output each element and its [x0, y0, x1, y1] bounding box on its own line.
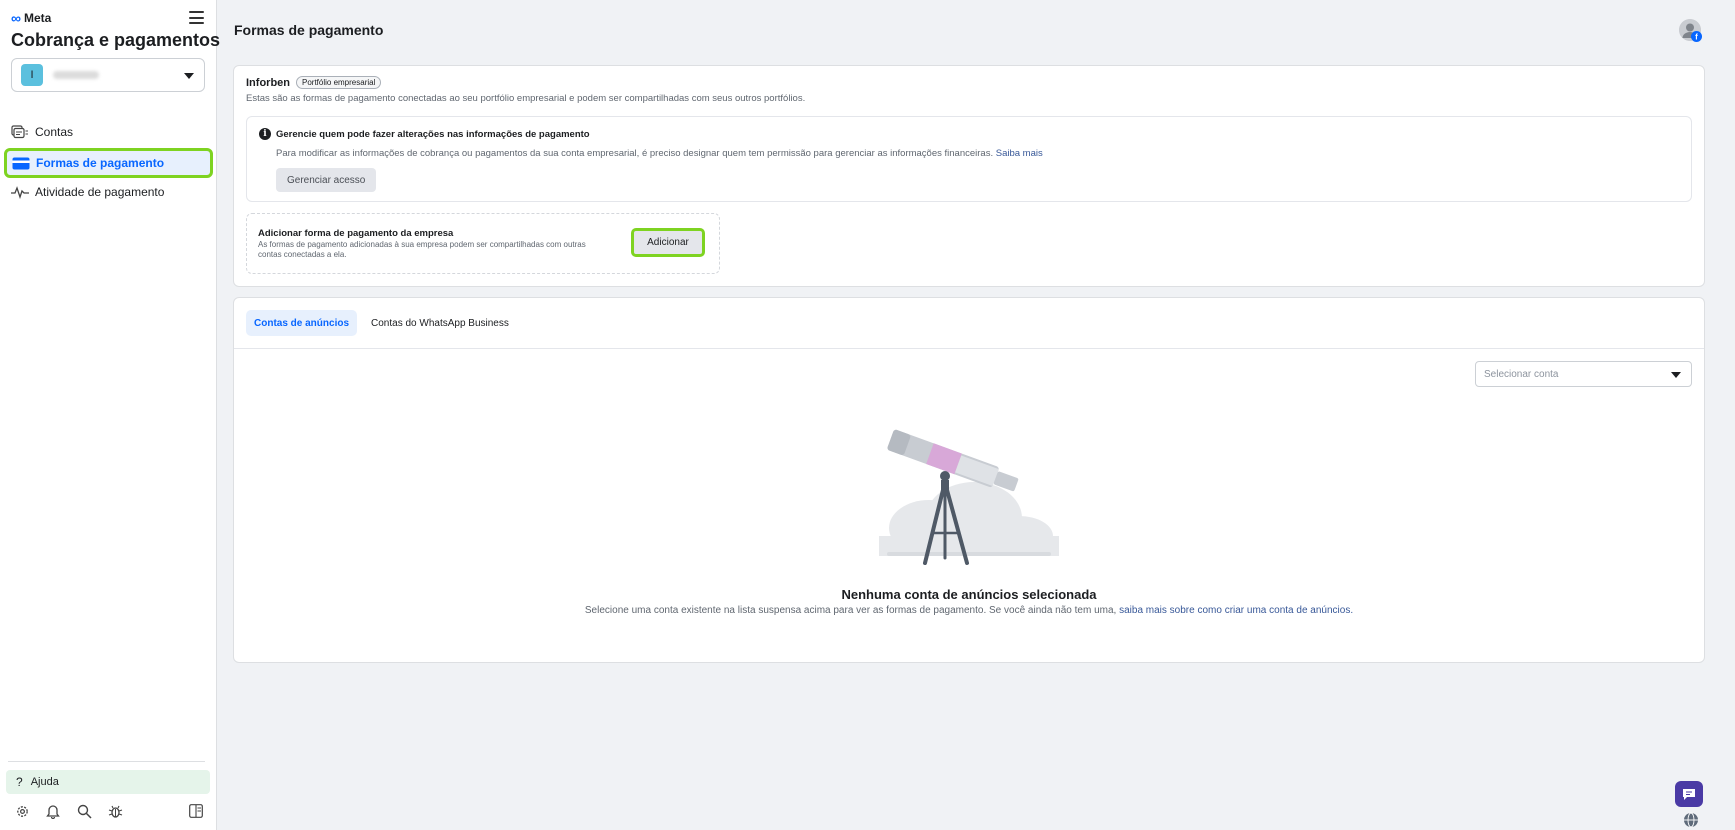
add-description: As formas de pagamento adicionadas à sua…: [258, 240, 586, 259]
empty-state-description: Selecione uma conta existente na lista s…: [234, 605, 1704, 616]
empty-state-text: Selecione uma conta existente na lista s…: [584, 605, 1117, 616]
sidebar-item-label: Atividade de pagamento: [35, 185, 165, 199]
select-account-dropdown[interactable]: Selecionar conta: [1475, 361, 1692, 387]
sidebar-divider: [8, 761, 205, 762]
sidebar-item-contas[interactable]: Contas: [4, 118, 213, 146]
page-scrollbar[interactable]: [1724, 0, 1735, 830]
bug-icon[interactable]: [106, 802, 124, 820]
payment-methods-card: Inforben Portfólio empresarial Estas são…: [233, 65, 1705, 287]
select-placeholder: Selecionar conta: [1484, 368, 1559, 380]
meta-infinity-icon: ∞: [11, 10, 21, 26]
info-description: Para modificar as informações de cobranç…: [276, 148, 1043, 159]
info-description-text: Para modificar as informações de cobranç…: [276, 148, 994, 159]
chat-icon: [1683, 788, 1695, 800]
bell-icon[interactable]: [44, 802, 62, 820]
menu-icon[interactable]: [189, 11, 204, 24]
account-tabs: Contas de anúncios Contas do WhatsApp Bu…: [246, 310, 517, 336]
tabs-divider: [234, 348, 1704, 349]
create-ad-account-link[interactable]: saiba mais sobre como criar uma conta de…: [1119, 605, 1353, 616]
page-title: Formas de pagamento: [234, 22, 384, 38]
permissions-info-box: i Gerencie quem pode fazer alterações na…: [246, 116, 1692, 202]
activity-icon: [11, 184, 29, 200]
business-name: Inforben: [246, 76, 290, 89]
help-label: Ajuda: [30, 776, 59, 788]
account-name-blurred: [53, 71, 99, 79]
chat-button[interactable]: [1675, 781, 1703, 807]
chevron-down-icon: [184, 73, 194, 79]
gear-icon[interactable]: [13, 802, 31, 820]
sidebar-item-atividade-de-pagamento[interactable]: Atividade de pagamento: [4, 178, 213, 206]
credit-card-icon: [12, 155, 30, 171]
business-tag: Portfólio empresarial: [296, 76, 382, 89]
sidebar-tools: [13, 801, 205, 821]
manage-access-button[interactable]: Gerenciar acesso: [276, 168, 377, 192]
add-button[interactable]: Adicionar: [631, 228, 705, 257]
panel-toggle-icon[interactable]: [187, 802, 205, 820]
svg-text:f: f: [1695, 33, 1698, 42]
help-button[interactable]: ? Ajuda: [6, 770, 210, 794]
tab-ad-accounts[interactable]: Contas de anúncios: [246, 310, 358, 336]
sidebar-item-label: Formas de pagamento: [36, 156, 165, 170]
sidebar: ∞ Meta Cobrança e pagamentos I Contas Fo…: [0, 0, 221, 830]
chevron-down-icon: [1671, 372, 1681, 378]
add-title: Adicionar forma de pagamento da empresa: [258, 228, 454, 239]
tab-whatsapp-accounts[interactable]: Contas do WhatsApp Business: [363, 310, 517, 336]
meta-logo[interactable]: ∞ Meta: [11, 11, 51, 25]
add-payment-method-box: Adicionar forma de pagamento da empresa …: [246, 213, 720, 274]
account-selector[interactable]: I: [11, 58, 205, 92]
info-title: Gerencie quem pode fazer alterações nas …: [276, 129, 590, 140]
accounts-card: Contas de anúncios Contas do WhatsApp Bu…: [233, 297, 1705, 663]
sidebar-title: Cobrança e pagamentos: [11, 30, 221, 50]
telescope-illustration: [879, 429, 1059, 565]
info-icon: i: [259, 128, 271, 140]
facebook-badge-icon: f: [1691, 31, 1702, 42]
business-header: Inforben Portfólio empresarial: [246, 76, 382, 89]
question-icon: ?: [16, 775, 23, 789]
sidebar-item-formas-de-pagamento[interactable]: Formas de pagamento: [4, 148, 213, 178]
globe-icon[interactable]: [1683, 812, 1699, 828]
sidebar-item-label: Contas: [35, 125, 74, 139]
empty-state-title: Nenhuma conta de anúncios selecionada: [841, 587, 1097, 602]
business-description: Estas são as formas de pagamento conecta…: [246, 93, 806, 104]
account-avatar: I: [21, 64, 43, 86]
search-icon[interactable]: [75, 802, 93, 820]
learn-more-link[interactable]: Saiba mais: [996, 148, 1043, 159]
meta-brand-text: Meta: [23, 11, 52, 25]
accounts-icon: [11, 124, 29, 140]
